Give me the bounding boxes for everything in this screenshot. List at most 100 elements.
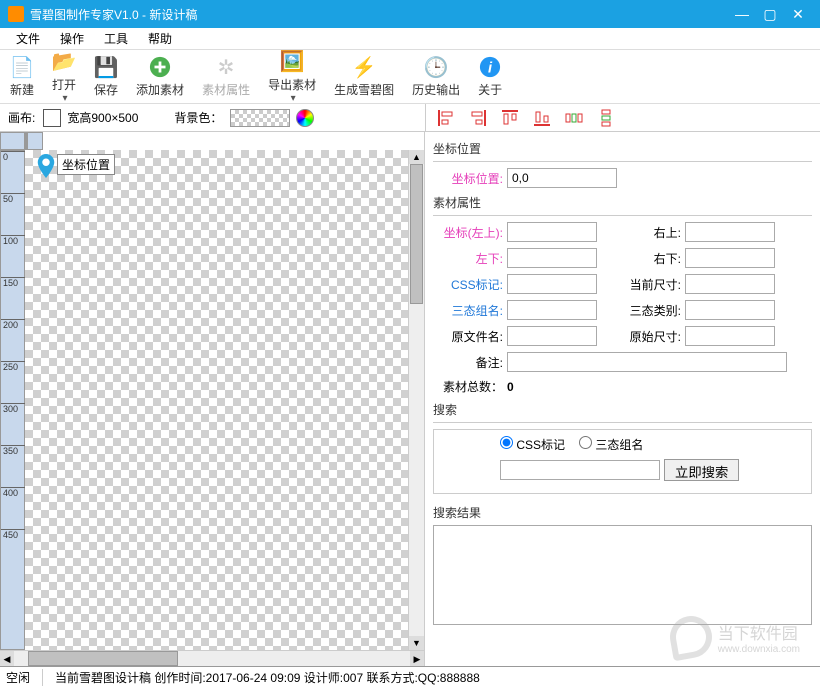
origfile-input[interactable] [507,326,597,346]
ruler-corner [0,132,25,150]
scroll-thumb-v[interactable] [410,164,423,304]
topright-label: 右上: [621,224,681,241]
search-group-radio[interactable]: 三态组名 [579,436,643,453]
props-icon: ✲ [214,55,238,79]
ruler-vertical: 050100150200250300350400450 [0,150,25,650]
workspace: 050100150200250300350400450 050100150200… [0,132,820,666]
save-button[interactable]: 💾保存 [94,55,118,98]
scrollbar-vertical[interactable]: ▲ ▼ [408,150,424,650]
align-right-icon[interactable] [468,108,488,128]
scroll-left-icon[interactable]: ◀ [0,651,14,666]
scroll-down-icon[interactable]: ▼ [409,636,424,650]
pin-label: 坐标位置 [57,154,115,175]
scroll-thumb-h[interactable] [28,651,178,666]
bgcolor-label: 背景色： [174,109,222,126]
grouptype-input[interactable] [685,300,775,320]
bottomright-input[interactable] [685,248,775,268]
dropdown-icon: ▾ [291,93,296,104]
save-icon: 💾 [94,55,118,79]
bottomright-label: 右下: [621,250,681,267]
about-button[interactable]: i关于 [478,55,502,98]
new-icon: 📄 [10,55,34,79]
lightning-icon: ⚡ [352,55,376,79]
align-top-icon[interactable] [500,108,520,128]
result-title: 搜索结果 [433,504,812,521]
dropdown-icon: ▾ [63,93,68,104]
canvas-area: 050100150200250300350400450 050100150200… [0,132,425,666]
open-icon: 📂 [52,50,76,74]
search-button[interactable]: 立即搜索 [664,459,739,481]
scroll-up-icon[interactable]: ▲ [409,150,424,164]
remark-input[interactable] [507,352,787,372]
bottomleft-input[interactable] [507,248,597,268]
total-value: 0 [507,380,514,394]
origsize-label: 原始尺寸: [621,328,681,345]
position-panel-title: 坐标位置 [433,140,812,157]
pin-icon [37,154,55,178]
add-icon [148,55,172,79]
info-icon: i [478,55,502,79]
app-icon [8,6,24,22]
canvas-fit-button[interactable] [43,109,61,127]
titlebar: 雪碧图制作专家V1.0 - 新设计稿 — ▢ ✕ [0,0,820,28]
canvas-label: 画布: [8,109,35,126]
asset-props-title: 素材属性 [433,194,812,211]
export-icon: 🖼️ [280,50,304,74]
distribute-v-icon[interactable] [596,108,616,128]
scroll-right-icon[interactable]: ▶ [410,651,424,666]
groupname-label: 三态组名: [433,302,503,319]
canvas-options-bar: 画布: 宽高900×500 背景色： [0,104,425,132]
menu-operation[interactable]: 操作 [50,28,94,49]
groupname-input[interactable] [507,300,597,320]
ruler-horizontal: 050100150200250300350400450 [25,132,27,150]
gen-sprite-button[interactable]: ⚡生成雪碧图 [334,55,394,98]
asset-props-button[interactable]: ✲素材属性 [202,55,250,98]
color-picker-button[interactable] [296,109,314,127]
search-css-radio[interactable]: CSS标记 [500,436,565,453]
csstag-input[interactable] [507,274,597,294]
maximize-button[interactable]: ▢ [756,6,784,23]
open-button[interactable]: 📂打开▾ [52,50,76,104]
menu-tool[interactable]: 工具 [94,28,138,49]
clock-icon: 🕒 [424,55,448,79]
scrollbar-horizontal[interactable]: ◀ ▶ [0,650,424,666]
history-button[interactable]: 🕒历史输出 [412,55,460,98]
search-panel: CSS标记 三态组名 立即搜索 [433,429,812,494]
csstag-label: CSS标记: [433,276,503,293]
minimize-button[interactable]: — [728,6,756,22]
export-asset-button[interactable]: 🖼️导出素材▾ [268,50,316,104]
canvas-size-value: 宽高900×500 [67,109,138,126]
align-bottom-icon[interactable] [532,108,552,128]
menu-file[interactable]: 文件 [6,28,50,49]
align-toolbar [425,104,820,132]
add-asset-button[interactable]: 添加素材 [136,55,184,98]
menubar: 文件 操作 工具 帮助 [0,28,820,50]
new-button[interactable]: 📄新建 [10,55,34,98]
align-left-icon[interactable] [436,108,456,128]
menu-help[interactable]: 帮助 [138,28,182,49]
bottomleft-label: 左下: [433,250,503,267]
bg-color-swatch[interactable] [230,109,290,127]
distribute-h-icon[interactable] [564,108,584,128]
properties-panel: 坐标位置 坐标位置: 素材属性 坐标(左上): 右上: 左下: 右下: CSS标… [425,132,820,666]
position-input[interactable] [507,168,617,188]
position-marker[interactable]: 坐标位置 [37,154,115,178]
window-title: 雪碧图制作专家V1.0 - 新设计稿 [30,6,728,23]
status-idle: 空闲 [6,669,43,686]
statusbar: 空闲 当前雪碧图设计稿 创作时间:2017-06-24 09:09 设计师:00… [0,666,820,688]
topleft-input[interactable] [507,222,597,242]
cursize-input[interactable] [685,274,775,294]
grouptype-label: 三态类别: [621,302,681,319]
status-info: 当前雪碧图设计稿 创作时间:2017-06-24 09:09 设计师:007 联… [55,669,480,686]
canvas[interactable]: 坐标位置 [25,150,408,650]
total-label: 素材总数： [433,378,503,395]
origsize-input[interactable] [685,326,775,346]
remark-label: 备注: [433,354,503,371]
search-input[interactable] [500,460,660,480]
topleft-label: 坐标(左上): [433,224,503,241]
origfile-label: 原文件名: [433,328,503,345]
position-label: 坐标位置: [433,170,503,187]
close-button[interactable]: ✕ [784,6,812,23]
toolbar: 📄新建 📂打开▾ 💾保存 添加素材 ✲素材属性 🖼️导出素材▾ ⚡生成雪碧图 🕒… [0,50,820,104]
topright-input[interactable] [685,222,775,242]
